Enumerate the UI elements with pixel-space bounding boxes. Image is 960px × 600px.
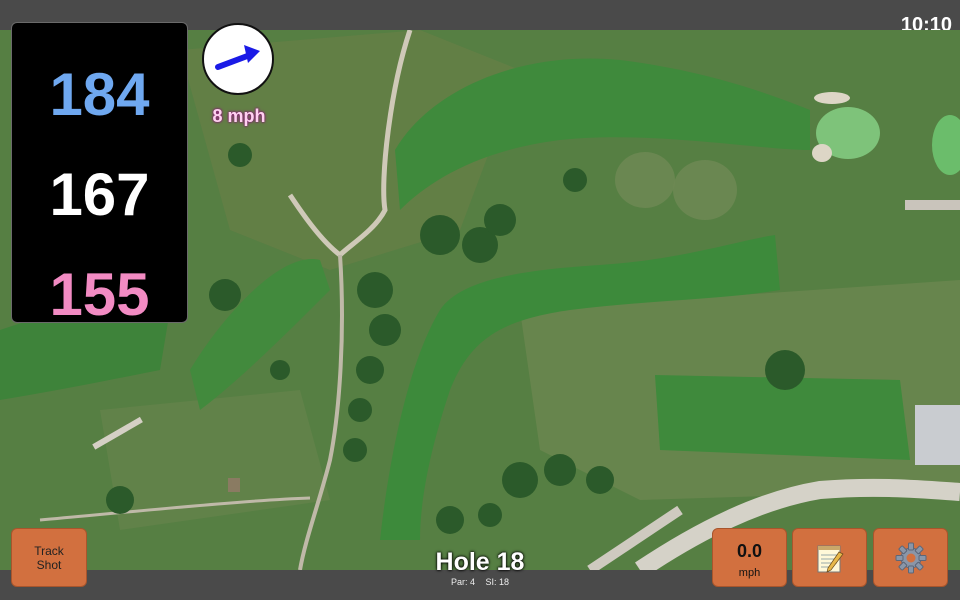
speed-value: 0.0	[736, 541, 763, 561]
gear-icon	[895, 542, 926, 573]
wind-indicator[interactable]	[202, 23, 274, 95]
front-distance: 155	[49, 261, 150, 328]
track-shot-label-line2: Shot	[36, 557, 62, 572]
back-distance: 184	[49, 61, 150, 128]
track-shot-label-line1: Track	[34, 543, 64, 558]
track-shot-button[interactable]: Track Shot	[11, 528, 87, 587]
track-shot-label: Track Shot	[34, 544, 64, 572]
par-label: Par: 4	[450, 577, 475, 587]
arrow-icon	[215, 45, 260, 70]
notes-button[interactable]	[792, 528, 867, 587]
hole-meta: Par: 4 SI: 18	[380, 577, 580, 587]
settings-button[interactable]	[873, 528, 948, 587]
notepad-icon	[817, 545, 844, 573]
wind-speed-label: 8 mph	[212, 106, 266, 126]
speed-button[interactable]: 0.0 mph	[712, 528, 787, 587]
stroke-index-label: SI: 18	[485, 577, 510, 587]
middle-distance: 167	[49, 161, 150, 228]
speed-unit: mph	[738, 567, 761, 579]
distance-panel: 184 167 155	[11, 22, 188, 328]
hole-title: Hole 18	[435, 548, 525, 576]
